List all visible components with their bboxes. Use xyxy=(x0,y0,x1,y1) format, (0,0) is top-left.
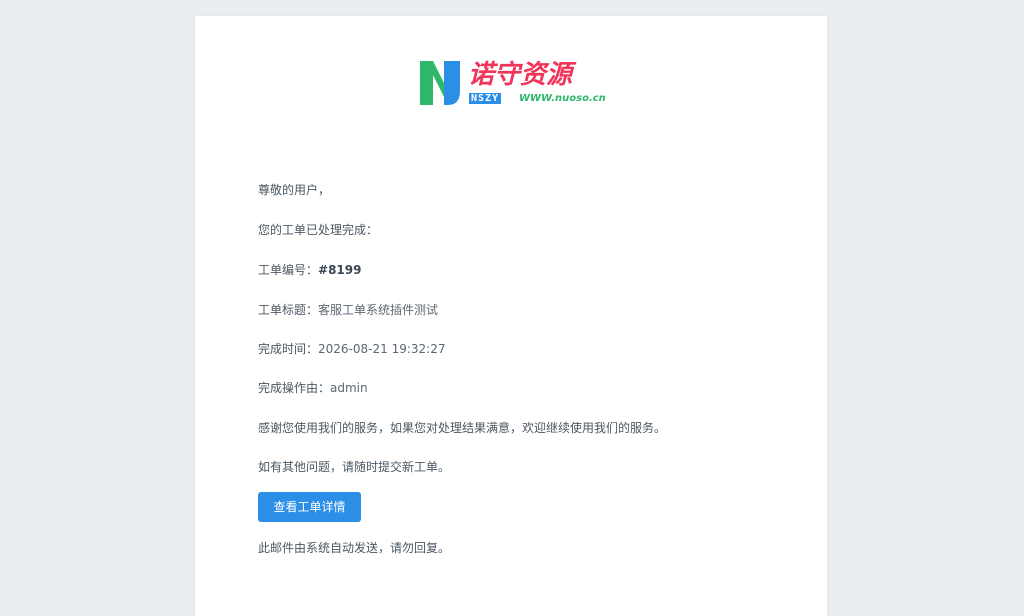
brand-url: WWW.nuoso.cn xyxy=(519,93,606,104)
ticket-title-label: 工单标题： xyxy=(258,303,319,317)
brand-logo: 诺守资源 NSZY WWW.nuoso.cn xyxy=(420,60,606,105)
finish-time-value: 2026-08-21 19:32:27 xyxy=(318,342,446,356)
brand-abbr: NSZY xyxy=(469,93,502,104)
ticket-title-value: 客服工单系统插件测试 xyxy=(318,303,439,317)
auto-send-notice: 此邮件由系统自动发送，请勿回复。 xyxy=(258,541,451,555)
intro-text: 您的工单已处理完成： xyxy=(258,223,379,237)
operator-row: 完成操作由：admin xyxy=(258,380,368,396)
view-ticket-details-button[interactable]: 查看工单详情 xyxy=(258,492,361,522)
ticket-number-row: 工单编号：#8199 xyxy=(258,262,361,278)
more-help-text: 如有其他问题，请随时提交新工单。 xyxy=(258,460,451,474)
thanks-text: 感谢您使用我们的服务，如果您对处理结果满意，欢迎继续使用我们的服务。 xyxy=(258,421,667,435)
brand-n-mark-icon xyxy=(420,61,460,105)
brand-title: 诺守资源 xyxy=(468,60,573,90)
ticket-title-row: 工单标题：客服工单系统插件测试 xyxy=(258,302,438,318)
ticket-number-value: #8199 xyxy=(318,263,362,277)
operator-label: 完成操作由： xyxy=(258,381,331,395)
email-card: 诺守资源 NSZY WWW.nuoso.cn 尊敬的用户， 您的工单已处理完成：… xyxy=(195,16,827,616)
ticket-number-label: 工单编号： xyxy=(258,263,319,277)
finish-time-row: 完成时间：2026-08-21 19:32:27 xyxy=(258,341,445,357)
greeting-text: 尊敬的用户， xyxy=(258,183,331,197)
finish-time-label: 完成时间： xyxy=(258,342,319,356)
operator-value: admin xyxy=(330,381,368,395)
